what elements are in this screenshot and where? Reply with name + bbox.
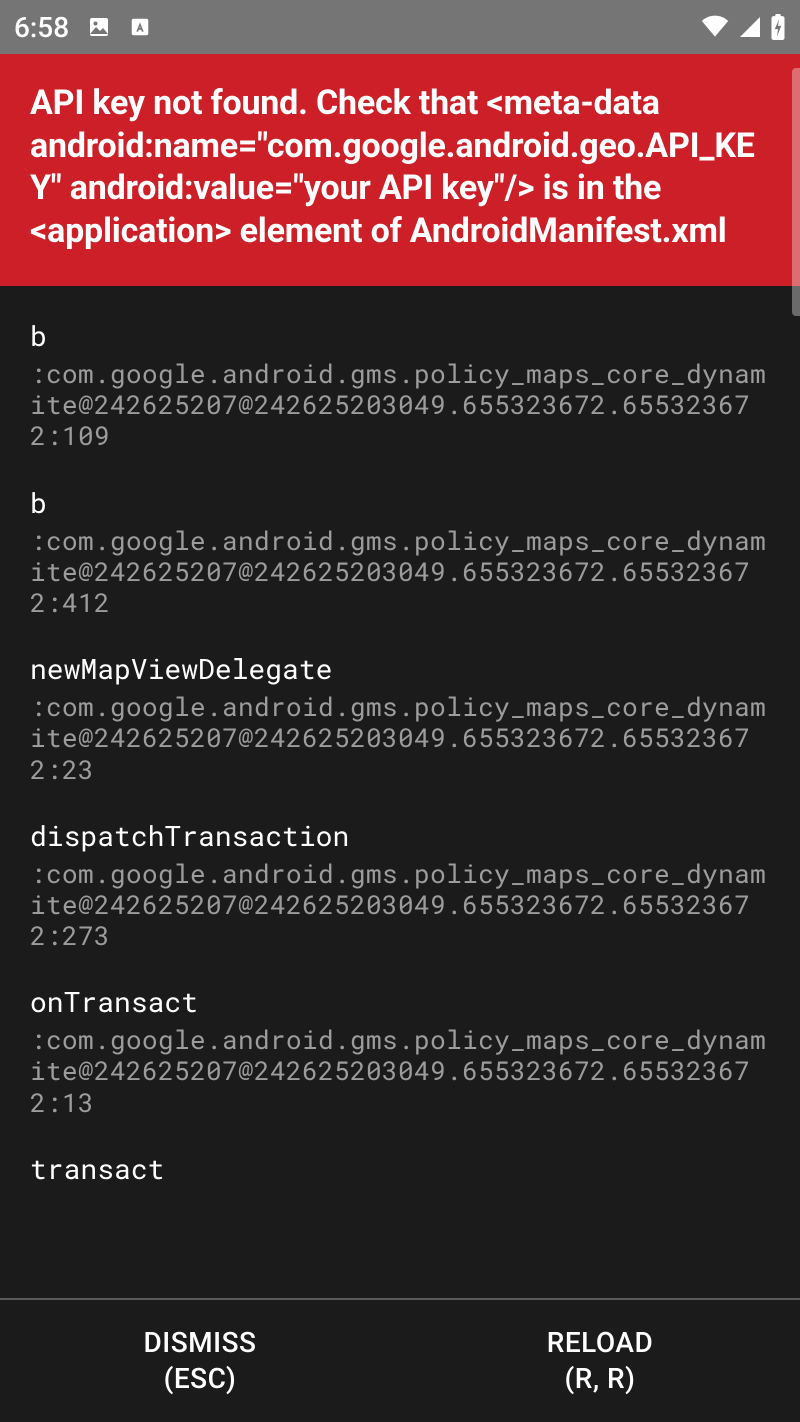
stack-frame-method: b [30,318,770,353]
status-bar-right [700,14,786,40]
stack-frame-method: onTransact [30,984,770,1019]
reload-hint: (R, R) [565,1361,636,1397]
battery-charging-icon [770,14,786,40]
stack-frame-location: :com.google.android.gms.policy_maps_core… [30,859,770,953]
error-redbox-header: API key not found. Check that <meta-data… [0,54,800,286]
stack-frame-method: dispatchTransaction [30,818,770,853]
stack-frame-location: :com.google.android.gms.policy_maps_core… [30,359,770,453]
stack-frame-location: :com.google.android.gms.policy_maps_core… [30,1025,770,1119]
dismiss-button[interactable]: DISMISS (ESC) [0,1300,400,1422]
stack-frame[interactable]: newMapViewDelegate :com.google.android.g… [30,619,770,786]
wifi-icon [700,15,730,39]
app-notification-icon [129,16,151,38]
redbox-footer: DISMISS (ESC) RELOAD (R, R) [0,1298,800,1422]
stack-frame-location: :com.google.android.gms.policy_maps_core… [30,692,770,786]
error-message-text: API key not found. Check that <meta-data… [30,83,755,251]
stack-frame[interactable]: transact [30,1119,770,1186]
stack-frame[interactable]: onTransact :com.google.android.gms.polic… [30,952,770,1119]
scrollbar-indicator[interactable] [792,68,800,316]
stack-trace-list[interactable]: b :com.google.android.gms.policy_maps_co… [0,286,800,1242]
image-notification-icon [87,15,111,39]
stack-frame-method: newMapViewDelegate [30,651,770,686]
reload-label: RELOAD [547,1325,654,1361]
cellular-signal-icon [738,15,762,39]
android-status-bar: 6:58 [0,0,800,54]
reload-button[interactable]: RELOAD (R, R) [400,1300,800,1422]
stack-frame[interactable]: dispatchTransaction :com.google.android.… [30,786,770,953]
stack-frame[interactable]: b :com.google.android.gms.policy_maps_co… [30,453,770,620]
stack-frame-location: :com.google.android.gms.policy_maps_core… [30,526,770,620]
stack-frame[interactable]: b :com.google.android.gms.policy_maps_co… [30,286,770,453]
status-bar-left: 6:58 [14,11,151,44]
status-bar-clock: 6:58 [14,11,69,44]
stack-frame-method: transact [30,1151,770,1186]
dismiss-label: DISMISS [144,1325,257,1361]
stack-frame-method: b [30,485,770,520]
dismiss-hint: (ESC) [164,1361,237,1397]
